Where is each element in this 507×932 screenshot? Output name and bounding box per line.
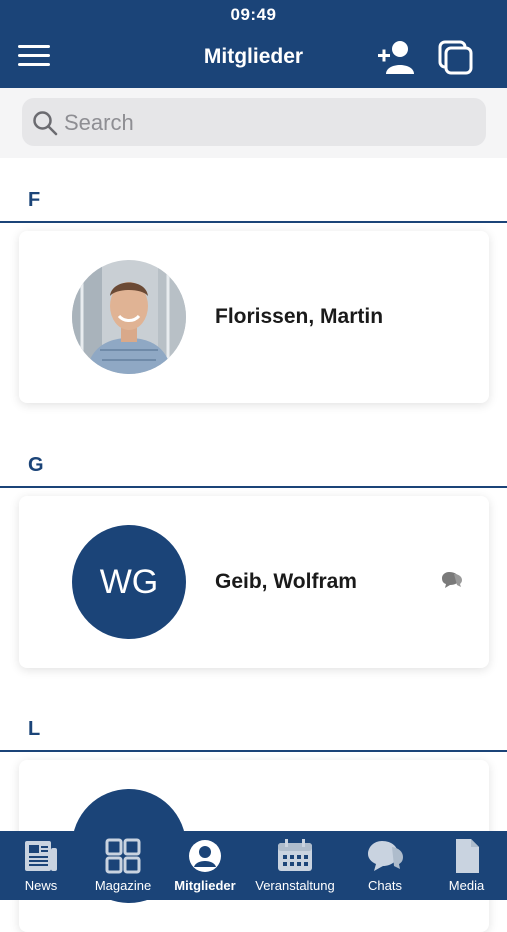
status-time: 09:49	[230, 5, 277, 24]
avatar-photo	[72, 260, 186, 374]
section-divider	[0, 750, 507, 752]
tab-label: Mitglieder	[174, 878, 236, 893]
page-title: Mitglieder	[203, 45, 304, 68]
section-letter-f: F	[28, 189, 41, 211]
search-icon	[33, 111, 58, 136]
tab-label: Veranstaltung	[255, 878, 335, 893]
copy-icon[interactable]	[438, 40, 474, 76]
search-area	[0, 88, 507, 158]
member-card-geib[interactable]: WG Geib, Wolfram	[19, 496, 489, 668]
document-icon	[455, 839, 479, 873]
tab-label: Media	[448, 878, 485, 893]
tab-label: Chats	[368, 878, 402, 893]
bottom-tab-bar: News Magazine Mitglieder Veranstaltung C…	[0, 831, 507, 900]
search-input[interactable]	[62, 106, 466, 140]
avatar-initials: WG	[72, 525, 186, 639]
member-name: Florissen, Martin	[215, 305, 384, 328]
tab-news[interactable]: News	[0, 831, 82, 900]
search-bar[interactable]	[22, 98, 486, 146]
section-divider	[0, 486, 507, 488]
add-member-icon[interactable]	[376, 38, 416, 76]
chat-icon[interactable]	[441, 570, 463, 595]
chat-icon	[368, 841, 403, 871]
section-letter-g: G	[28, 454, 44, 476]
tab-chats[interactable]: Chats	[344, 831, 426, 900]
tab-media[interactable]: Media	[426, 831, 507, 900]
tab-mitglieder[interactable]: Mitglieder	[164, 831, 246, 900]
tab-magazine[interactable]: Magazine	[82, 831, 164, 900]
tab-label: News	[24, 878, 58, 893]
app-header: 09:49 Mitglieder	[0, 0, 507, 88]
grid-icon	[105, 838, 141, 874]
member-icon	[189, 840, 221, 872]
member-card-florissen[interactable]: Florissen, Martin	[19, 231, 489, 403]
member-name: Geib, Wolfram	[215, 570, 357, 593]
tab-veranstaltung[interactable]: Veranstaltung	[246, 831, 344, 900]
section-letter-l: L	[28, 718, 41, 740]
tab-label: Magazine	[94, 878, 152, 893]
section-divider	[0, 221, 507, 223]
news-icon	[25, 841, 57, 871]
calendar-icon	[278, 839, 312, 871]
